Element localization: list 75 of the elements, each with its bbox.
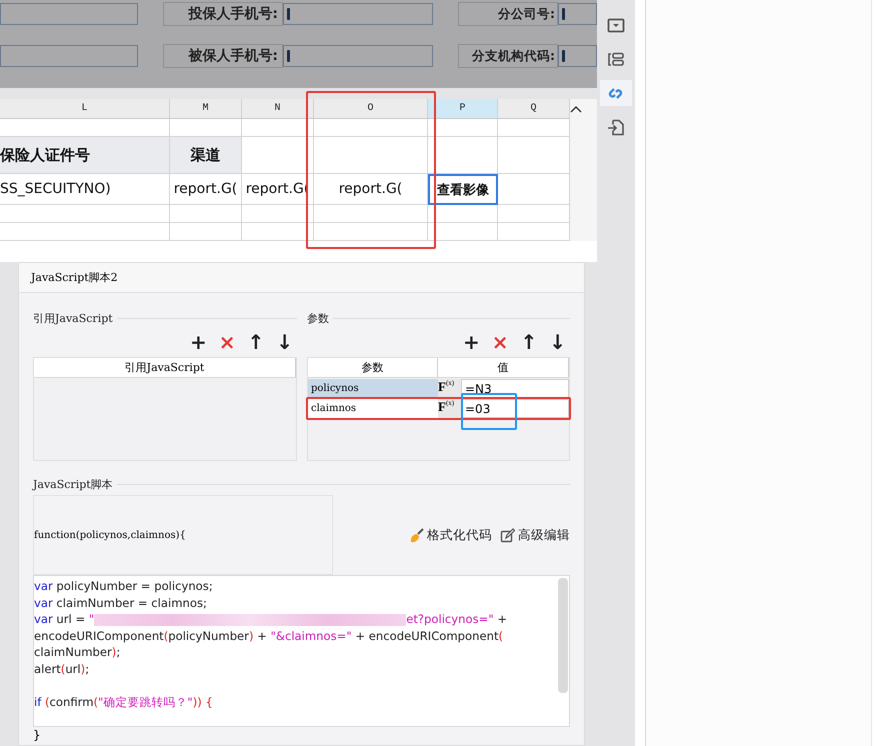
column-header[interactable]: L [0,99,170,120]
code-line: if (confirm("确定要跳转吗？")) { [34,694,214,710]
dropdown-box-icon [607,16,625,34]
table-cell[interactable]: report.G( [314,174,428,206]
scroll-up-icon[interactable] [570,105,582,114]
table-cell[interactable]: 渠道 [170,137,242,174]
column-header[interactable]: M [170,99,242,120]
code-line: } [33,727,42,744]
delete-button[interactable]: × [218,332,236,352]
column-header: 值 [438,358,569,377]
field-label: 分支机构代码: [458,44,558,68]
input-field[interactable] [0,3,138,25]
table-cell[interactable] [242,119,314,138]
table-cell[interactable] [314,137,428,174]
code-editor[interactable] [33,575,570,727]
section-title: 引用JavaScript [33,310,113,326]
column-header[interactable]: Q [498,99,570,120]
column-header: 引用JavaScript [34,358,296,377]
table-cell[interactable] [428,137,498,174]
format-code-button[interactable]: 格式化代码 [409,526,492,544]
code-line: encodeURIComponent(policyNumber) + "&claimnos=" + encodeURIComponent( [34,628,504,644]
code-line: claimNumber); [34,644,122,660]
value-field[interactable]: =03 [461,399,569,418]
field-label: 分公司号: [458,2,558,26]
stacked-bars-icon [607,50,625,68]
input-field[interactable] [283,3,433,25]
delete-button[interactable]: × [492,332,508,352]
code-line: alert(url); [34,660,90,677]
input-field[interactable] [558,45,597,67]
input-field[interactable] [0,45,138,67]
file-import-icon [607,118,625,136]
column-header: 参数 [308,358,438,377]
table-cell[interactable]: 查看影像 [428,174,498,206]
function-signature: function(policynos,claimnos){ [34,530,186,540]
table-cell[interactable] [314,223,428,242]
table-cell[interactable] [428,223,498,242]
parameter-name[interactable]: claimnos [308,399,438,418]
advanced-edit-button[interactable]: 高级编辑 [500,526,570,544]
toolbar-button[interactable] [600,80,632,106]
table-cell[interactable] [428,119,498,138]
scrollbar-thumb[interactable] [558,578,568,693]
column-header[interactable]: P [428,99,498,120]
move-up-button[interactable]: ↑ [520,332,538,352]
code-line: var policyNumber = policynos; [34,578,214,594]
table-cell[interactable] [0,205,170,224]
table-cell[interactable] [0,223,170,242]
column-header[interactable]: O [314,99,428,120]
column-header[interactable]: N [242,99,314,120]
table-cell[interactable] [314,119,428,138]
code-line: var claimNumber = claimnos; [34,594,208,611]
input-field[interactable] [558,3,597,25]
add-button[interactable]: + [462,332,480,352]
code-line: var url = " et?policynos=" + [34,611,508,628]
move-down-button[interactable]: ↓ [549,332,566,352]
section-title: 参数 [307,310,329,326]
table-cell[interactable] [170,223,242,242]
section-title: JavaScript脚本 [33,476,113,492]
add-button[interactable]: + [190,332,207,352]
field-label: 投保人手机号: [163,2,283,26]
table-cell[interactable] [242,137,314,174]
parameter-name[interactable]: policynos [308,379,438,398]
edit-icon [500,528,515,542]
field-label: 被保人手机号: [163,44,283,68]
table-cell[interactable] [242,223,314,242]
table-cell[interactable] [242,205,314,224]
brush-icon [409,528,424,542]
table-cell[interactable]: SS_SECUITYNO) [0,174,170,206]
table-cell[interactable] [428,205,498,224]
table-cell[interactable] [170,205,242,224]
dialog-title: JavaScript脚本2 [19,263,584,293]
table-cell[interactable]: report.G( [170,174,242,206]
input-field[interactable] [283,45,433,67]
move-down-button[interactable]: ↓ [276,332,293,352]
move-up-button[interactable]: ↑ [247,332,264,352]
table-cell[interactable] [314,205,428,224]
